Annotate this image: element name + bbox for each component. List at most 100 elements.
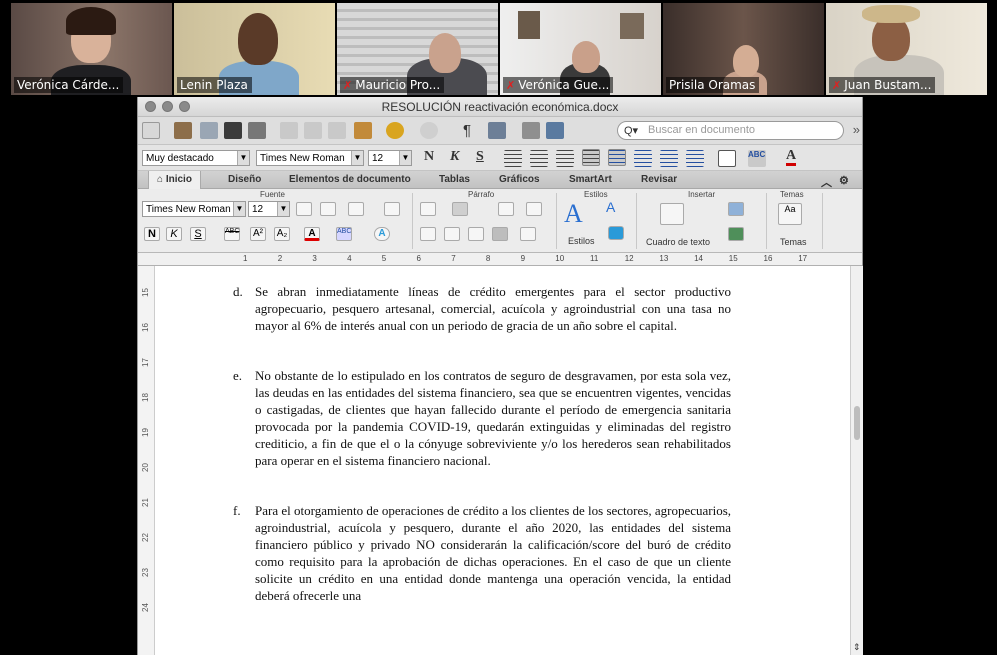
bullet-list-icon[interactable]	[634, 150, 652, 167]
styles-info-icon[interactable]	[608, 226, 624, 240]
font-select[interactable]: Times New Roman ▼	[256, 150, 364, 166]
video-tile-3[interactable]: ✗ Mauricio Pro...	[337, 3, 498, 95]
vruler-number: 15	[140, 288, 150, 297]
video-tile-1[interactable]: Verónica Cárde...	[11, 3, 172, 95]
tab-tablas[interactable]: Tablas	[439, 174, 470, 185]
new-document-icon[interactable]	[142, 122, 160, 139]
ribbon-decrease-indent-icon[interactable]	[498, 202, 514, 216]
themes-icon[interactable]: Aa	[778, 203, 802, 225]
tab-smartart[interactable]: SmartArt	[569, 174, 612, 185]
cut-icon[interactable]	[280, 122, 298, 139]
ruler-number: 8	[485, 254, 491, 263]
align-right-icon[interactable]	[556, 150, 574, 167]
ribbon-underline-button[interactable]: S	[190, 227, 206, 241]
document-area[interactable]: 15 16 17 18 19 20 21 22 23 24 d. Se abran inmediat…	[138, 266, 850, 655]
gear-icon[interactable]: ⚙	[839, 174, 849, 187]
more-icon[interactable]: »	[853, 122, 860, 137]
text-effects-icon[interactable]: A	[374, 227, 390, 241]
ruler-number: 13	[659, 254, 669, 263]
redo-icon[interactable]	[420, 122, 438, 139]
line-spacing-icon[interactable]	[520, 227, 536, 241]
ribbon-increase-indent-icon[interactable]	[526, 202, 542, 216]
vruler-number: 18	[140, 393, 150, 402]
tab-inicio[interactable]: ⌂ Inicio	[148, 171, 201, 189]
scroll-arrows-icon[interactable]: ⇕	[853, 642, 861, 653]
vertical-scrollbar[interactable]: ⇕	[850, 266, 863, 655]
textbox-label: Cuadro de texto	[646, 237, 711, 247]
toolbox-icon[interactable]	[546, 122, 564, 139]
bold-button[interactable]: N	[424, 149, 434, 165]
ribbon-justify-icon[interactable]	[492, 227, 508, 241]
ribbon-align-left-icon[interactable]	[420, 227, 436, 241]
decrease-indent-icon[interactable]	[660, 150, 678, 167]
underline-button[interactable]: S	[476, 149, 484, 165]
collapse-ribbon-icon[interactable]: ︿	[821, 174, 832, 190]
increase-indent-icon[interactable]	[686, 150, 704, 167]
ribbon-align-right-icon[interactable]	[468, 227, 484, 241]
change-case-icon[interactable]	[348, 202, 364, 216]
justify-icon[interactable]	[582, 149, 600, 166]
style-select[interactable]: Muy destacado ▼	[142, 150, 250, 166]
borders-icon[interactable]	[718, 150, 736, 167]
tab-graficos[interactable]: Gráficos	[499, 174, 540, 185]
styles-gallery-icon[interactable]: A	[564, 199, 583, 229]
tab-diseno[interactable]: Diseño	[228, 174, 261, 185]
tab-elementos-de-documento[interactable]: Elementos de documento	[289, 174, 411, 185]
shrink-font-icon[interactable]	[320, 202, 336, 216]
ribbon-numbering-icon[interactable]	[452, 202, 468, 216]
copy-icon[interactable]	[304, 122, 322, 139]
numbered-list-icon[interactable]	[608, 149, 626, 166]
list-item-label: f.	[233, 503, 241, 518]
paragraph-marks-icon[interactable]: ¶	[458, 122, 476, 139]
align-left-icon[interactable]	[504, 150, 522, 167]
search-input[interactable]: Q▾ Buscar en documento	[617, 121, 844, 140]
video-tile-6[interactable]: ✗ Juan Bustam...	[826, 3, 987, 95]
paste-icon[interactable]	[328, 122, 346, 139]
ribbon-highlight-icon[interactable]: ABC	[336, 227, 352, 241]
group-parrafo-label: Párrafo	[468, 190, 495, 199]
highlight-icon[interactable]: ABC	[748, 150, 766, 167]
ruler-number: 12	[624, 254, 634, 263]
superscript-button[interactable]: A²	[250, 227, 266, 241]
muted-icon: ✗	[343, 78, 353, 92]
ribbon-align-center-icon[interactable]	[444, 227, 460, 241]
ruler-number: 10	[555, 254, 565, 263]
font-color-icon[interactable]: A	[786, 149, 797, 166]
size-select[interactable]: 12 ▼	[368, 150, 412, 166]
themes-label: Temas	[780, 237, 807, 247]
format-painter-icon[interactable]	[354, 122, 372, 139]
strikethrough-button[interactable]: ABC	[224, 227, 240, 241]
subscript-button[interactable]: A₂	[274, 227, 290, 241]
ribbon-bullets-icon[interactable]	[420, 202, 436, 216]
textbox-icon[interactable]	[660, 203, 684, 225]
align-center-icon[interactable]	[530, 150, 548, 167]
ribbon-size-select[interactable]: 12 ▼	[248, 201, 290, 217]
scrollbar-thumb[interactable]	[854, 406, 860, 440]
styles-pane-icon[interactable]: A	[606, 199, 615, 215]
video-tile-4[interactable]: ✗ Verónica Gue...	[500, 3, 661, 95]
ribbon-italic-button[interactable]: K	[166, 227, 182, 241]
shapes-icon[interactable]	[728, 202, 744, 216]
templates-icon[interactable]	[174, 122, 192, 139]
video-tile-2[interactable]: Lenin Plaza	[174, 3, 335, 95]
picture-icon[interactable]	[728, 227, 744, 241]
horizontal-ruler[interactable]: 1 2 3 4 5 6 7 8 9 10 11 12 13 14 15 16 17	[138, 253, 862, 266]
print-icon[interactable]	[248, 122, 266, 139]
grow-font-icon[interactable]	[296, 202, 312, 216]
ruler-number: 5	[381, 254, 387, 263]
ruler-number: 16	[763, 254, 773, 263]
open-folder-icon[interactable]	[200, 122, 218, 139]
save-icon[interactable]	[224, 122, 242, 139]
ribbon-bold-button[interactable]: N	[144, 227, 160, 241]
sidebar-icon[interactable]	[522, 122, 540, 139]
video-tile-5[interactable]: Prisila Oramas	[663, 3, 824, 95]
view-icon[interactable]	[488, 122, 506, 139]
ribbon-font-select[interactable]: Times New Roman ▼	[142, 201, 246, 217]
italic-button[interactable]: K	[450, 149, 459, 165]
vruler-number: 23	[140, 568, 150, 577]
clear-formatting-icon[interactable]	[384, 202, 400, 216]
undo-icon[interactable]	[386, 122, 404, 139]
muted-icon: ✗	[832, 78, 842, 92]
tab-revisar[interactable]: Revisar	[641, 174, 677, 185]
ribbon-font-color-icon[interactable]: A	[304, 227, 320, 241]
